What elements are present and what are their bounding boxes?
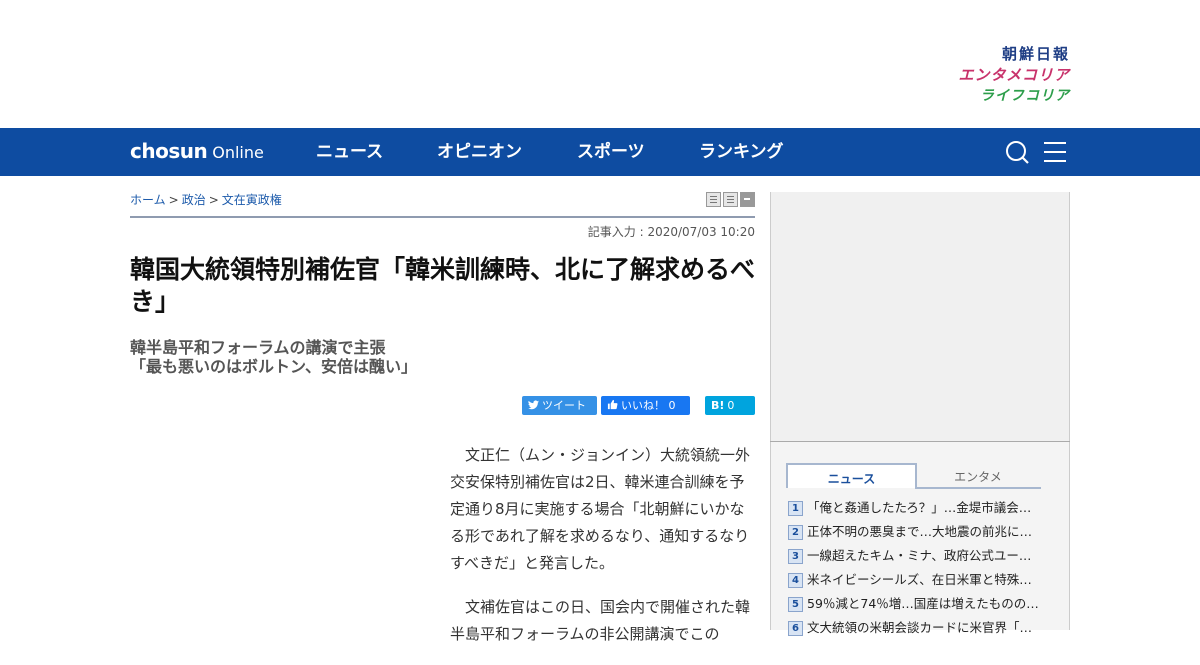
site-logo-bold: chosun xyxy=(130,139,208,163)
article-paragraph: 文正仁（ムン・ジョンイン）大統領統一外交安保特別補佐官は2日、韓米連合訓練を予定… xyxy=(450,446,751,572)
breadcrumb: ホーム > 政治 > 文在寅政権 xyxy=(130,191,282,208)
subhead-line: 韓半島平和フォーラムの講演で主張 xyxy=(130,338,386,357)
ranking-item[interactable]: 4 米ネイビーシールズ、在日米軍と特殊… xyxy=(787,572,1057,596)
entame-korea-logo[interactable]: エンタメコリア xyxy=(958,65,1070,86)
rank-number: 6 xyxy=(788,621,803,636)
search-icon[interactable] xyxy=(1005,140,1031,164)
chosun-ilbo-logo[interactable]: 朝鮮日報 xyxy=(958,44,1070,65)
main-nav-bar: chosun Online ニュース オピニオン スポーツ ランキング xyxy=(0,128,1200,176)
ranking-item[interactable]: 1 「俺と姦通したたろ？」…金堤市議会… xyxy=(787,500,1057,524)
brand-logos: 朝鮮日報 エンタメコリア ライフコリア xyxy=(958,44,1070,107)
print-icon[interactable] xyxy=(706,192,721,207)
breadcrumb-home[interactable]: ホーム xyxy=(130,193,166,207)
site-logo-light: Online xyxy=(212,143,264,162)
nav-item-news[interactable]: ニュース xyxy=(316,128,383,176)
ranking-item[interactable]: 6 文大統領の米朝会談カードに米官界「… xyxy=(787,620,1057,644)
rank-number: 2 xyxy=(788,525,803,540)
ranking-title: 正体不明の悪臭まで…大地震の前兆に… xyxy=(807,524,1033,539)
article-tools xyxy=(704,192,755,211)
article-subhead: 韓半島平和フォーラムの講演で主張 「最も悪いのはボルトン、安倍は醜い」 xyxy=(130,338,755,376)
nav-item-sports[interactable]: スポーツ xyxy=(577,128,645,176)
site-logo[interactable]: chosun Online xyxy=(130,138,264,166)
ranking-item[interactable]: 3 一線超えたキム・ミナ、政府公式ユー… xyxy=(787,548,1057,572)
article-paragraph: 文補佐官はこの日、国会内で開催された韓半島平和フォーラムの非公開講演でこの xyxy=(450,598,751,643)
ranking-list: 1 「俺と姦通したたろ？」…金堤市議会… 2 正体不明の悪臭まで…大地震の前兆に… … xyxy=(787,500,1057,644)
thumbs-up-icon xyxy=(607,396,618,415)
breadcrumb-politics[interactable]: 政治 xyxy=(182,193,206,207)
advertisement-slot xyxy=(770,192,1070,441)
ranking-title: 一線超えたキム・ミナ、政府公式ユー… xyxy=(807,548,1032,563)
ranking-title: 59％減と74％増…国産は増えたものの… xyxy=(807,596,1039,611)
tab-news[interactable]: ニュース xyxy=(786,463,917,488)
ranking-item[interactable]: 5 59％減と74％増…国産は増えたものの… xyxy=(787,596,1057,620)
ranking-title: 「俺と姦通したたろ？」…金堤市議会… xyxy=(807,500,1032,515)
content-divider xyxy=(130,216,755,218)
rank-number: 3 xyxy=(788,549,803,564)
top-header: 朝鮮日報 エンタメコリア ライフコリア xyxy=(0,0,1200,128)
document-icon[interactable] xyxy=(723,192,738,207)
hatena-count: 0 xyxy=(727,399,735,412)
rank-number: 5 xyxy=(788,597,803,612)
tweet-button[interactable]: ツイート xyxy=(522,396,597,415)
breadcrumb-separator: > xyxy=(168,193,179,207)
like-label: いいね！ xyxy=(621,399,665,412)
twitter-bird-icon xyxy=(528,396,539,415)
subhead-line: 「最も悪いのはボルトン、安倍は醜い」 xyxy=(130,357,418,376)
back-icon[interactable] xyxy=(740,192,755,207)
life-korea-logo[interactable]: ライフコリア xyxy=(958,86,1070,107)
nav-item-opinion[interactable]: オピニオン xyxy=(437,128,522,176)
breadcrumb-separator: > xyxy=(208,193,219,207)
article-body: 文正仁（ムン・ジョンイン）大統領統一外交安保特別補佐官は2日、韓米連合訓練を予定… xyxy=(450,442,755,665)
ranking-panel: ニュース エンタメ 1 「俺と姦通したたろ？」…金堤市議会… 2 正体不明の悪臭まで… xyxy=(770,442,1070,636)
article-headline: 韓国大統領特別補佐官「韓米訓練時、北に了解求めるべき」 xyxy=(130,255,756,316)
ranking-title: 文大統領の米朝会談カードに米官界「… xyxy=(807,620,1033,635)
rank-number: 1 xyxy=(788,501,803,516)
article-timestamp: 記事入力 : 2020/07/03 10:20 xyxy=(587,225,755,239)
tweet-label: ツイート xyxy=(542,399,586,412)
tab-entame[interactable]: エンタメ xyxy=(915,463,1041,489)
like-count: 0 xyxy=(668,399,676,412)
hamburger-menu-icon[interactable] xyxy=(1043,140,1069,164)
ranking-item[interactable]: 2 正体不明の悪臭まで…大地震の前兆に… xyxy=(787,524,1057,548)
breadcrumb-moon-administration[interactable]: 文在寅政権 xyxy=(222,193,282,207)
ranking-title: 米ネイビーシールズ、在日米軍と特殊… xyxy=(807,572,1032,587)
facebook-like-button[interactable]: いいね！ 0 xyxy=(601,396,690,415)
rank-number: 4 xyxy=(788,573,803,588)
hatena-bookmark-button[interactable]: B! 0 xyxy=(705,396,755,415)
hatena-bookmark-icon: B! xyxy=(711,399,725,412)
nav-item-ranking[interactable]: ランキング xyxy=(699,128,784,176)
